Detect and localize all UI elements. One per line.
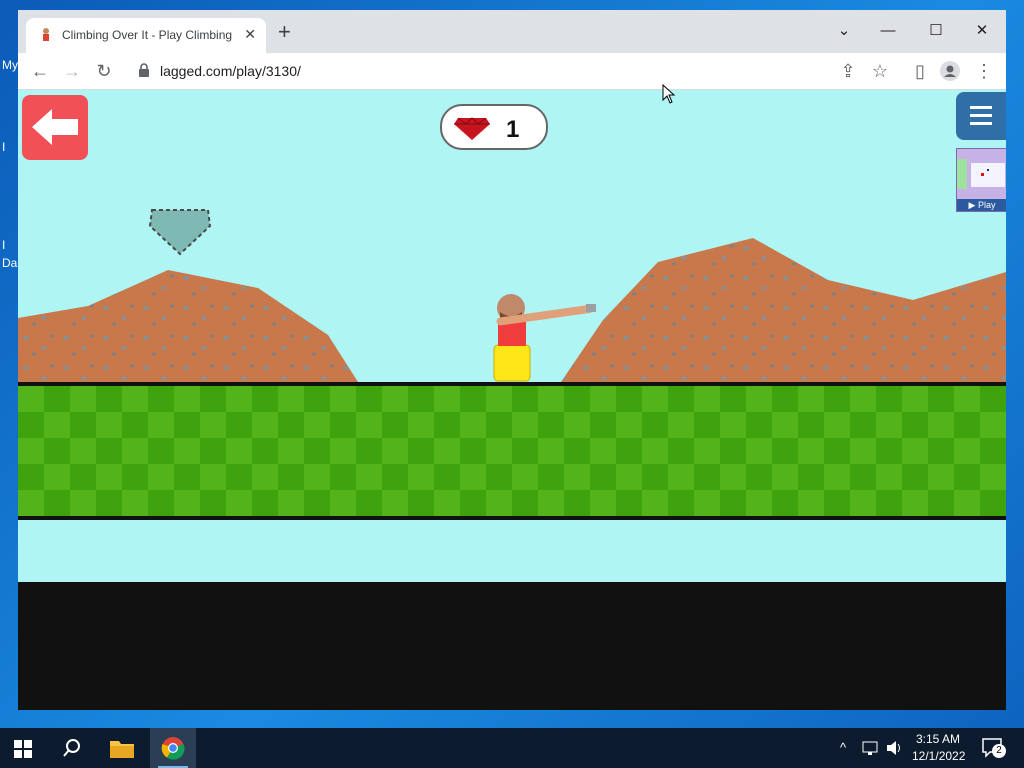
search-icon[interactable] xyxy=(62,738,82,758)
promo-game-preview xyxy=(957,159,1005,189)
back-button[interactable] xyxy=(22,95,88,160)
minimize-button[interactable]: — xyxy=(868,16,908,46)
close-window-button[interactable]: ✕ xyxy=(962,16,1002,46)
browser-menu-icon[interactable]: ⋮ xyxy=(972,59,996,83)
climber-favicon-icon xyxy=(43,28,49,41)
taskbar: ^ 3:15 AM 12/1/2022 2 xyxy=(0,728,1024,768)
url-text[interactable]: lagged.com/play/3130/ xyxy=(160,63,301,79)
game-menu-button[interactable] xyxy=(956,92,1006,140)
tab-close-icon[interactable]: ✕ xyxy=(244,26,256,43)
ruby-gem-icon xyxy=(454,117,490,140)
new-tab-button[interactable]: + xyxy=(278,21,291,43)
windows-start-icon[interactable] xyxy=(14,740,32,758)
show-hidden-icons-icon[interactable]: ^ xyxy=(840,740,846,755)
mouse-cursor-icon xyxy=(662,84,676,104)
forward-arrow-icon[interactable]: → xyxy=(60,59,84,83)
desktop-icon-label[interactable]: My xyxy=(2,58,18,72)
bookmark-star-icon[interactable]: ☆ xyxy=(868,59,892,83)
tab-strip: Climbing Over It - Play Climbing ✕ + ⌄ —… xyxy=(18,10,1006,53)
side-panel-icon[interactable]: ▯ xyxy=(908,59,932,83)
profile-avatar-icon[interactable] xyxy=(940,61,960,81)
promo-play-label[interactable]: ▶ Play xyxy=(957,199,1006,211)
game-letterbox xyxy=(18,582,1006,710)
chrome-icon xyxy=(161,737,185,760)
network-icon[interactable] xyxy=(862,740,880,756)
game-canvas[interactable]: 1 ▶ Play xyxy=(18,90,1006,582)
reload-icon[interactable]: ↻ xyxy=(92,59,116,83)
back-arrow-icon[interactable]: ← xyxy=(28,59,52,83)
notification-center-button[interactable]: 2 xyxy=(982,738,1006,758)
desktop-icon-label[interactable]: I xyxy=(2,238,5,252)
game-promo-thumbnail[interactable]: ▶ Play xyxy=(956,148,1006,212)
maximize-button[interactable]: ☐ xyxy=(916,16,956,46)
hamburger-menu-icon xyxy=(970,106,992,125)
clock-date[interactable]: 12/1/2022 xyxy=(912,749,965,763)
browser-window: Climbing Over It - Play Climbing ✕ + ⌄ —… xyxy=(18,10,1006,710)
back-arrow-icon xyxy=(32,109,78,145)
notification-count-badge: 2 xyxy=(992,744,1006,758)
browser-toolbar: ← → ↻ lagged.com/play/3130/ ⇪ ☆ ▯ ⋮ xyxy=(18,53,1006,90)
desktop-icon-label[interactable]: Da xyxy=(2,256,17,270)
gem-counter: 1 xyxy=(440,104,548,150)
file-explorer-icon[interactable] xyxy=(110,738,134,758)
lock-icon xyxy=(139,63,149,77)
clock-time[interactable]: 3:15 AM xyxy=(916,732,960,746)
chrome-taskbar-button[interactable] xyxy=(150,728,196,768)
volume-icon[interactable] xyxy=(886,740,904,756)
address-bar[interactable]: lagged.com/play/3130/ xyxy=(126,57,846,85)
tab-search-icon[interactable]: ⌄ xyxy=(824,16,864,46)
share-icon[interactable]: ⇪ xyxy=(836,59,860,83)
player-character xyxy=(493,294,596,382)
tab-title: Climbing Over It - Play Climbing xyxy=(62,28,233,42)
gem-count: 1 xyxy=(506,116,520,143)
browser-tab[interactable]: Climbing Over It - Play Climbing ✕ xyxy=(26,18,266,53)
desktop-icon-label[interactable]: I xyxy=(2,140,5,154)
grass-ground xyxy=(18,382,1006,520)
